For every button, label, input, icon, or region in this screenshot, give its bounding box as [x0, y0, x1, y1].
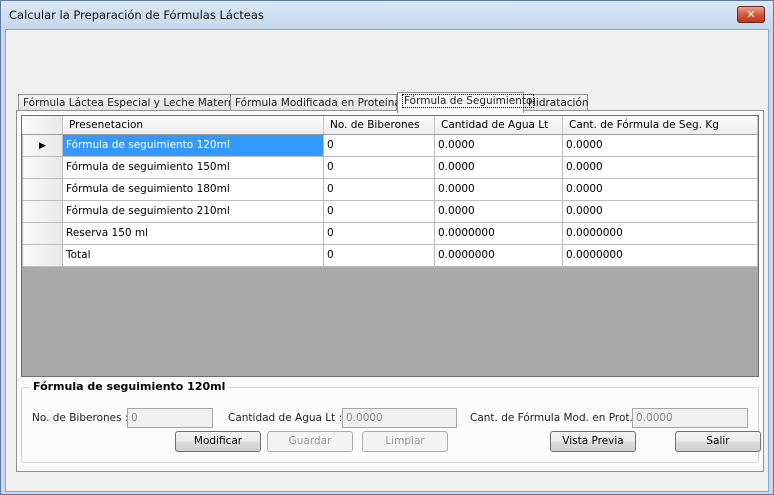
agua-label: Cantidad de Agua Lt : [228, 412, 343, 424]
tab-panel-formula-seguimiento: Presenetacion No. de Biberones Cantidad … [16, 110, 764, 472]
row-header[interactable] [22, 243, 63, 267]
grid-cell[interactable]: Fórmula de seguimiento 210ml [62, 199, 324, 223]
grid-cell[interactable]: Total [62, 243, 324, 267]
tab-label: Hidratación [528, 97, 589, 109]
table-row[interactable]: Fórmula de seguimiento 180ml 0 0.0000 0.… [22, 177, 758, 201]
vista-previa-button[interactable]: Vista Previa [550, 431, 636, 452]
grid-cell[interactable]: Reserva 150 ml [62, 221, 324, 245]
table-row[interactable]: Reserva 150 ml 0 0.0000000 0.0000000 [22, 221, 758, 245]
guardar-button[interactable]: Guardar [267, 431, 353, 452]
grid-header-row: Presenetacion No. de Biberones Cantidad … [22, 116, 758, 135]
grid-cell[interactable]: 0.0000 [562, 133, 758, 157]
table-row[interactable]: Fórmula de seguimiento 150ml 0 0.0000 0.… [22, 155, 758, 179]
agua-field[interactable] [342, 408, 457, 428]
formula-field[interactable] [632, 408, 748, 428]
tab-formula-lactea-especial[interactable]: Fórmula Láctea Especial y Leche Materna [18, 94, 241, 111]
grid-cell[interactable]: 0 [323, 177, 435, 201]
grid-cell[interactable]: 0.0000 [434, 199, 563, 223]
biberones-label: No. de Biberones : [32, 412, 129, 424]
row-header[interactable] [22, 155, 63, 179]
grid-cell[interactable]: 0.0000 [434, 177, 563, 201]
grid-cell[interactable]: 0 [323, 199, 435, 223]
client-area: Fórmula Láctea Especial y Leche Materna … [5, 29, 769, 492]
grid-cell[interactable]: 0.0000 [562, 199, 758, 223]
tab-formula-modificada[interactable]: Fórmula Modificada en Proteínas [230, 94, 406, 111]
table-row[interactable]: Fórmula de seguimiento 210ml 0 0.0000 0.… [22, 199, 758, 223]
tab-label: Fórmula Láctea Especial y Leche Materna [23, 97, 242, 109]
column-header-formula[interactable]: Cant. de Fórmula de Seg. Kg [562, 116, 758, 135]
column-header-agua[interactable]: Cantidad de Agua Lt [434, 116, 563, 135]
salir-button[interactable]: Salir [675, 431, 761, 452]
title-bar: Calcular la Preparación de Fórmulas Láct… [1, 1, 773, 29]
column-header-biberones[interactable]: No. de Biberones [323, 116, 435, 135]
close-icon: ✕ [746, 8, 756, 21]
row-header[interactable] [22, 177, 63, 201]
grid-cell[interactable]: 0.0000 [434, 155, 563, 179]
limpiar-button[interactable]: Limpiar [362, 431, 448, 452]
current-row-arrow-icon: ▶ [39, 141, 46, 151]
grid-cell[interactable]: 0.0000000 [434, 243, 563, 267]
table-row[interactable]: Total 0 0.0000000 0.0000000 [22, 243, 758, 267]
grid-cell[interactable]: 0.0000000 [434, 221, 563, 245]
modificar-button[interactable]: Modificar [175, 431, 261, 452]
grid-cell[interactable]: Fórmula de seguimiento 120ml [62, 133, 324, 157]
groupbox-title: Fórmula de seguimiento 120ml [30, 380, 229, 393]
tab-label: Fórmula de Seguimiento [402, 94, 535, 108]
row-header-corner [22, 116, 63, 135]
window-title: Calcular la Preparación de Fórmulas Láct… [9, 8, 264, 22]
row-header[interactable] [22, 221, 63, 245]
grid-cell[interactable]: 0.0000000 [562, 221, 758, 245]
row-header[interactable]: ▶ [22, 133, 63, 157]
grid-table: Presenetacion No. de Biberones Cantidad … [22, 116, 758, 267]
grid-cell[interactable]: 0 [323, 221, 435, 245]
formula-label: Cant. de Fórmula Mod. en Prot. : [470, 412, 640, 424]
row-header[interactable] [22, 199, 63, 223]
grid-cell[interactable]: 0.0000 [562, 155, 758, 179]
tab-formula-seguimiento[interactable]: Fórmula de Seguimiento [397, 92, 535, 113]
grid-cell[interactable]: 0.0000 [434, 133, 563, 157]
grid-cell[interactable]: Fórmula de seguimiento 180ml [62, 177, 324, 201]
grid-cell[interactable]: 0 [323, 243, 435, 267]
column-header-presentacion[interactable]: Presenetacion [62, 116, 324, 135]
app-window: Calcular la Preparación de Fórmulas Láct… [0, 0, 774, 495]
grid-cell[interactable]: Fórmula de seguimiento 150ml [62, 155, 324, 179]
data-grid[interactable]: Presenetacion No. de Biberones Cantidad … [21, 115, 759, 377]
grid-cell[interactable]: 0 [323, 155, 435, 179]
grid-cell[interactable]: 0 [323, 133, 435, 157]
close-button[interactable]: ✕ [737, 6, 765, 23]
table-row[interactable]: ▶ Fórmula de seguimiento 120ml 0 0.0000 … [22, 133, 758, 157]
biberones-field[interactable] [127, 408, 213, 428]
tab-label: Fórmula Modificada en Proteínas [235, 97, 407, 109]
grid-cell[interactable]: 0.0000 [562, 177, 758, 201]
grid-cell[interactable]: 0.0000000 [562, 243, 758, 267]
